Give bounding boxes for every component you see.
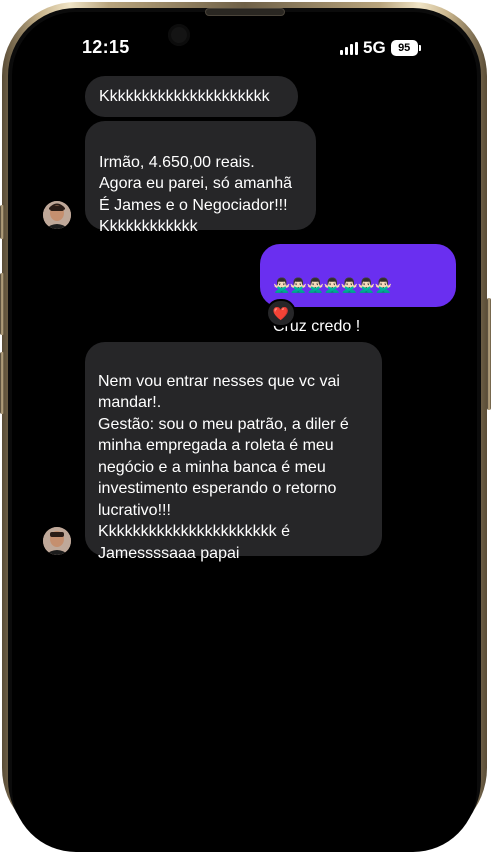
side-button-right [487,298,491,410]
speaker-grille [205,8,285,16]
front-camera-icon [168,24,190,46]
message-bubble-sent[interactable]: 🙅🏻‍♂️🙅🏻‍♂️🙅🏻‍♂️🙅🏻‍♂️🙅🏻‍♂️🙅🏻‍♂️🙅🏻‍♂️ Cruz… [260,244,456,335]
avatar[interactable] [43,527,71,555]
side-button-left-3 [0,352,4,414]
message-bubble-received[interactable]: Nem vou entrar nesses que vc vai mandar!… [85,342,382,562]
status-indicators: 5G 95 [340,38,421,58]
message-text: Irmão, 4.650,00 reais. Agora eu parei, s… [99,153,293,236]
message-bubble-received[interactable]: Kkkkkkkkkkkkkkkkkkkkk [85,76,298,117]
side-button-left-1 [0,205,4,239]
emoji-line: 🙅🏻‍♂️🙅🏻‍♂️🙅🏻‍♂️🙅🏻‍♂️🙅🏻‍♂️🙅🏻‍♂️🙅🏻‍♂️ [273,276,392,293]
network-type: 5G [363,38,386,57]
avatar[interactable] [43,201,71,229]
message-text: Kkkkkkkkkkkkkkkkkkkkk [99,88,270,105]
battery-level: 95 [390,40,418,56]
battery-icon: 95 [390,40,421,56]
side-button-left-2 [0,273,4,335]
phone-mockup: 12:15 5G 95 Kkkkkkkkkkkkkkkkkkkkk Irmão,… [0,0,491,852]
message-text: Cruz credo ! [273,318,361,335]
message-text: Nem vou entrar nesses que vc vai mandar!… [98,372,349,562]
reaction-badge[interactable]: ❤️ [266,299,296,327]
heart-icon: ❤️ [272,305,290,321]
status-time: 12:15 [82,37,130,57]
cellular-signal-icon [340,41,358,55]
message-bubble-received[interactable]: Irmão, 4.650,00 reais. Agora eu parei, s… [85,121,316,235]
